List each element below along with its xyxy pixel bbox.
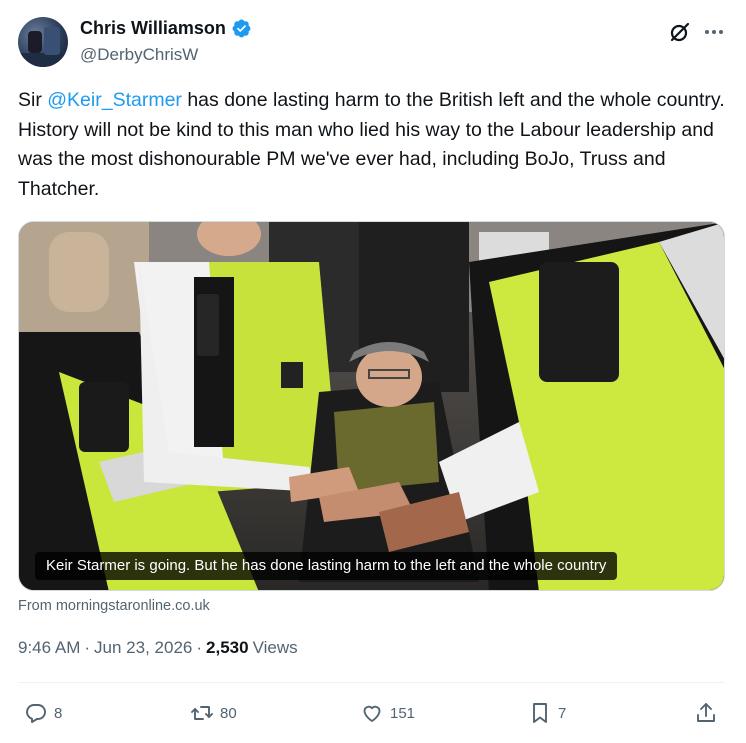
link-card-source[interactable]: From morningstaronline.co.uk — [18, 598, 210, 614]
views-count: 2,530 — [206, 638, 249, 657]
tweet-time[interactable]: 9:46 AM — [18, 638, 80, 658]
bookmark-icon — [533, 703, 547, 723]
share-button[interactable] — [694, 698, 718, 728]
meta-separator: · — [84, 638, 91, 657]
tweet-meta: 9:46 AM · Jun 23, 2026 · 2,530 Views — [18, 638, 298, 658]
author-name-row: Chris Williamson — [80, 18, 252, 39]
verified-badge-icon — [232, 19, 251, 38]
repost-count: 80 — [220, 704, 237, 722]
link-card-caption: Keir Starmer is going. But he has done l… — [35, 552, 618, 580]
protest-photo — [19, 222, 724, 590]
reply-count: 8 — [54, 704, 63, 722]
bookmark-count: 7 — [558, 704, 567, 722]
author-avatar[interactable] — [18, 17, 68, 67]
tweet-text-start: Sir — [18, 89, 48, 111]
divider — [18, 682, 725, 683]
repost-icon — [191, 706, 213, 720]
like-button[interactable]: 151 — [360, 698, 415, 728]
repost-button[interactable]: 80 — [190, 698, 237, 728]
tweet-text: Sir @Keir_Starmer has done lasting harm … — [18, 86, 728, 204]
heart-icon — [363, 705, 381, 722]
action-bar: 8 80 151 7 — [18, 698, 725, 728]
mention-link[interactable]: @Keir_Starmer — [47, 89, 182, 111]
reply-icon — [26, 704, 46, 723]
author-handle[interactable]: @DerbyChrisW — [80, 45, 198, 65]
tweet-date[interactable]: Jun 23, 2026 — [94, 638, 192, 658]
grok-icon[interactable] — [668, 20, 692, 44]
share-icon — [697, 703, 715, 722]
more-options-icon[interactable] — [702, 20, 726, 44]
meta-separator: · — [196, 638, 203, 657]
like-count: 151 — [390, 704, 416, 722]
views-label: Views — [252, 638, 298, 657]
link-card-image[interactable]: Keir Starmer is going. But he has done l… — [18, 221, 725, 591]
bookmark-button[interactable]: 7 — [528, 698, 566, 728]
author-display-name[interactable]: Chris Williamson — [80, 18, 226, 39]
reply-button[interactable]: 8 — [24, 698, 62, 728]
